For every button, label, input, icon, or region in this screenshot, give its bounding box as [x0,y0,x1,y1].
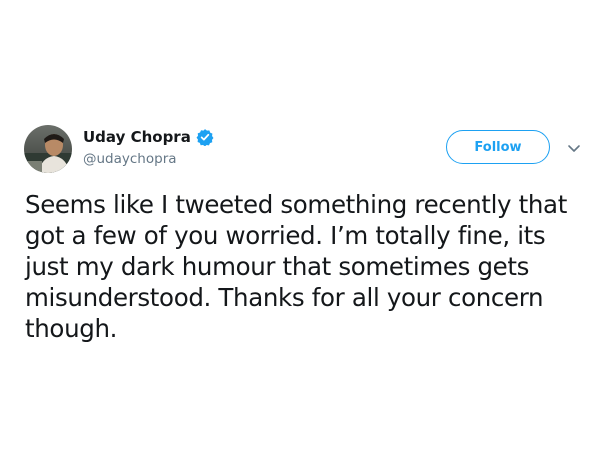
follow-button[interactable]: Follow [446,130,550,164]
avatar[interactable] [24,125,72,173]
tweet-text: Seems like I tweeted something recently … [25,189,585,344]
verified-badge-icon [196,128,214,147]
author-name-row[interactable]: Uday Chopra [83,125,214,149]
tweet-text-line: got a few of you worried. I’m totally fi… [25,221,546,250]
display-name[interactable]: Uday Chopra [83,128,191,146]
profile-photo-icon [24,125,72,173]
tweet-text-line: misunderstood. Thanks for all your conce… [25,283,544,312]
user-handle[interactable]: @udaychopra [83,151,177,167]
tweet-text-line: though. [25,314,118,343]
tweet-text-line: Seems like I tweeted something recently … [25,190,567,219]
chevron-down-icon[interactable] [566,141,582,155]
tweet-text-line: just my dark humour that sometimes gets [25,252,530,281]
tweet-card: Uday Chopra @udaychopra Follow Seems lik… [0,0,600,450]
